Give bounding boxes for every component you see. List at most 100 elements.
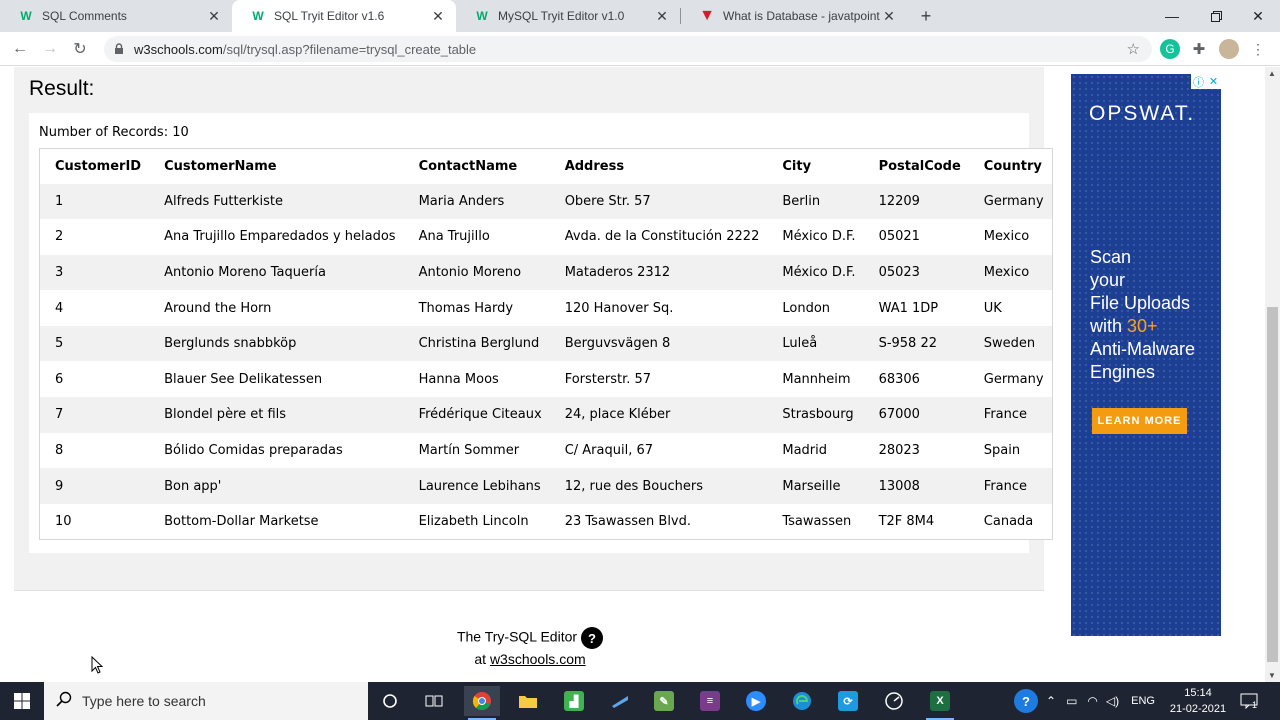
table-cell: Christina Berglund bbox=[403, 325, 550, 362]
w3schools-favicon-icon: W bbox=[20, 9, 32, 23]
table-cell: Bólido Comidas preparadas bbox=[149, 432, 404, 469]
app-icon[interactable]: ≡ bbox=[692, 686, 728, 716]
chrome-taskbar-icon[interactable] bbox=[464, 686, 500, 720]
language-indicator[interactable]: ENG bbox=[1131, 695, 1155, 707]
address-bar[interactable]: w3schools.com/sql/trysql.asp?filename=tr… bbox=[104, 36, 1152, 62]
spreadsheet-app-icon[interactable]: ✎ bbox=[646, 686, 682, 716]
task-view-icon[interactable] bbox=[416, 686, 452, 716]
ad-line: File Uploads bbox=[1090, 293, 1191, 313]
wifi-icon[interactable]: ◠ bbox=[1087, 694, 1097, 708]
table-cell: Alfreds Futterkiste bbox=[149, 183, 404, 220]
result-box: Number of Records: 10 CustomerID Custome… bbox=[29, 113, 1053, 553]
table-cell: Ana Trujillo Emparedados y helados bbox=[149, 219, 404, 255]
tab-mysql-tryit-editor[interactable]: W MySQL Tryit Editor v1.0 ✕ bbox=[456, 0, 680, 32]
table-cell: Obere Str. 57 bbox=[549, 183, 768, 220]
help-tray-icon[interactable]: ? bbox=[1014, 689, 1038, 713]
profile-avatar[interactable] bbox=[1219, 39, 1239, 59]
notification-count: 1 bbox=[1252, 700, 1258, 710]
back-arrow-icon[interactable]: ← bbox=[8, 37, 32, 61]
page-scrollbar[interactable]: ▲ ▼ bbox=[1265, 67, 1280, 682]
table-cell: Blondel père et fils bbox=[149, 397, 404, 433]
table-row: 5 Berglunds snabbköp Christina Berglund Ber… bbox=[39, 325, 1053, 362]
table-row: 6 Blauer See Delikatessen Hanna Moos Forste… bbox=[39, 361, 1053, 398]
system-tray: ? ⌃ ▭ ◠ ◁) ENG bbox=[1014, 682, 1155, 720]
table-cell: WA1 1DP bbox=[863, 290, 969, 326]
chart-app-icon[interactable]: ▟ bbox=[556, 686, 592, 716]
close-tab-icon[interactable]: ✕ bbox=[206, 8, 222, 24]
windows-start-icon[interactable] bbox=[0, 682, 44, 720]
scroll-down-arrow-icon[interactable]: ▼ bbox=[1268, 671, 1276, 680]
close-tab-icon[interactable]: ✕ bbox=[654, 8, 670, 24]
table-row: 7 Blondel père et fils Frédérique Citeaux 2… bbox=[39, 397, 1053, 433]
tab-sql-tryit-editor[interactable]: W SQL Tryit Editor v1.6 ✕ bbox=[232, 0, 456, 32]
cortana-icon[interactable] bbox=[372, 686, 408, 716]
mouse-cursor-icon bbox=[91, 656, 103, 674]
table-cell: Bottom-Dollar Marketse bbox=[149, 503, 404, 540]
w3schools-link[interactable]: w3schools.com bbox=[490, 651, 586, 667]
table-cell: 9 bbox=[39, 468, 150, 504]
ad-line: Engines bbox=[1090, 362, 1156, 382]
edge-icon[interactable] bbox=[784, 686, 820, 716]
result-panel: Result: Number of Records: 10 CustomerID… bbox=[14, 67, 1053, 591]
bookmark-star-icon[interactable]: ☆ bbox=[1127, 40, 1140, 58]
close-tab-icon[interactable]: ✕ bbox=[881, 8, 897, 24]
tab-javatpoint[interactable]: ▼ What is Database - javatpoint ✕ bbox=[681, 0, 907, 32]
browser-menu-icon[interactable]: ⋮ bbox=[1248, 39, 1268, 59]
ad-logo: OPSWAT. bbox=[1089, 102, 1196, 125]
extensions-puzzle-icon[interactable]: ✚ bbox=[1189, 39, 1209, 59]
scroll-up-arrow-icon[interactable]: ▲ bbox=[1268, 69, 1276, 78]
table-cell: Elizabeth Lincoln bbox=[403, 503, 550, 540]
table-cell: Mataderos 2312 bbox=[549, 254, 768, 291]
taskbar-search-input[interactable]: Type here to search bbox=[44, 682, 368, 720]
learn-more-button[interactable]: LEARN MORE bbox=[1092, 408, 1187, 434]
scrollbar-thumb[interactable] bbox=[1267, 307, 1278, 662]
excel-icon[interactable]: X bbox=[922, 686, 958, 720]
grammarly-extension-icon[interactable]: G bbox=[1160, 39, 1180, 59]
app-icon[interactable] bbox=[602, 686, 638, 716]
table-cell: 28023 bbox=[863, 432, 969, 469]
tab-sql-comments[interactable]: W SQL Comments ✕ bbox=[0, 0, 232, 32]
chevron-up-icon[interactable]: ⌃ bbox=[1046, 694, 1056, 708]
url-text: w3schools.com/sql/trysql.asp?filename=tr… bbox=[134, 42, 476, 57]
zoom-icon[interactable]: ▶ bbox=[738, 686, 774, 716]
ad-line-text: with bbox=[1090, 316, 1128, 336]
maximize-window-icon[interactable] bbox=[1194, 0, 1238, 32]
table-cell: Canada bbox=[968, 503, 1053, 540]
table-cell: Antonio Moreno bbox=[403, 254, 550, 291]
app-icon[interactable] bbox=[876, 686, 912, 716]
ad-line: your bbox=[1090, 270, 1126, 290]
ad-choices[interactable]: ⓘ ✕ bbox=[1191, 74, 1221, 89]
reload-icon[interactable]: ↻ bbox=[68, 37, 92, 61]
taskbar-clock[interactable]: 15:14 21-02-2021 bbox=[1168, 685, 1228, 717]
table-row: 9 Bon app' Laurence Lebihans 12, rue des Bo… bbox=[39, 468, 1053, 504]
volume-icon[interactable]: ◁) bbox=[1106, 694, 1119, 708]
table-cell: Martín Sommer bbox=[403, 432, 550, 469]
opswat-advertisement[interactable]: ⓘ ✕ OPSWAT. Scan your File Uploads with … bbox=[1071, 74, 1221, 636]
minimize-window-icon[interactable]: — bbox=[1150, 0, 1194, 32]
table-cell: Germany bbox=[968, 183, 1053, 220]
table-cell: Thomas Hardy bbox=[403, 290, 550, 326]
help-icon[interactable]: ? bbox=[581, 627, 604, 649]
app-icon[interactable]: ⟳ bbox=[830, 686, 866, 716]
close-tab-icon[interactable]: ✕ bbox=[430, 8, 446, 24]
table-cell: 12209 bbox=[863, 183, 969, 220]
ad-info-icon[interactable]: ⓘ bbox=[1191, 74, 1206, 89]
table-cell: Frédérique Citeaux bbox=[403, 397, 550, 433]
ad-line: with 30+ bbox=[1090, 315, 1215, 338]
close-window-icon[interactable]: ✕ bbox=[1236, 0, 1280, 32]
new-tab-plus-icon[interactable]: + bbox=[914, 4, 938, 28]
table-row: 8 Bólido Comidas preparadas Martín Sommer C… bbox=[39, 432, 1053, 469]
file-explorer-icon[interactable] bbox=[510, 686, 546, 716]
table-cell: Tsawassen bbox=[767, 503, 864, 540]
notification-center-icon[interactable]: 1 bbox=[1240, 682, 1258, 720]
table-cell: Laurence Lebihans bbox=[403, 468, 550, 504]
table-header-row: CustomerID CustomerName ContactName Addr… bbox=[39, 148, 1053, 184]
battery-icon[interactable]: ▭ bbox=[1066, 694, 1077, 708]
ad-line: Anti-Malware bbox=[1090, 339, 1196, 359]
ad-close-icon[interactable]: ✕ bbox=[1206, 74, 1221, 89]
column-header: CustomerName bbox=[149, 148, 404, 184]
table-cell: T2F 8M4 bbox=[863, 503, 969, 540]
forward-arrow-icon[interactable]: → bbox=[38, 37, 62, 61]
search-icon bbox=[56, 691, 72, 712]
lock-icon bbox=[114, 43, 126, 55]
